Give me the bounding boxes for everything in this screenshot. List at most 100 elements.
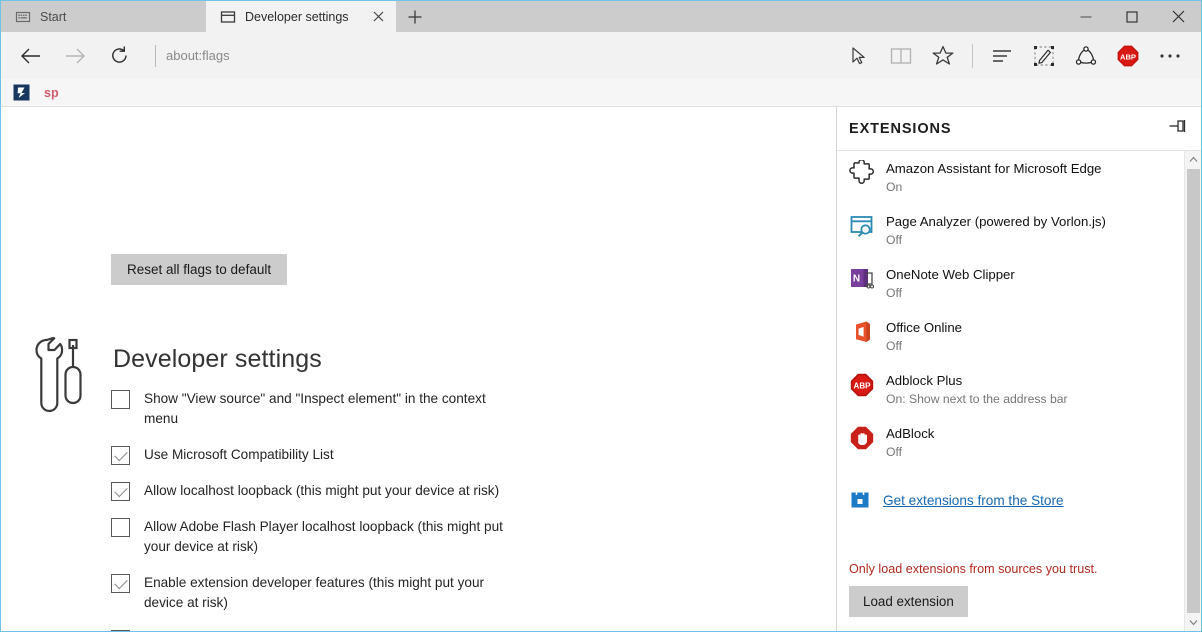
web-note-icon xyxy=(1034,45,1054,66)
scroll-down-arrow-icon[interactable] xyxy=(1185,614,1202,631)
extension-state: Off xyxy=(886,339,903,353)
favorite-item[interactable] xyxy=(7,82,36,104)
flag-checkbox-localhost-loopback[interactable] xyxy=(111,482,130,501)
get-extensions-link[interactable]: Get extensions from the Store xyxy=(883,493,1064,508)
flags-page: Reset all flags to default Developer set… xyxy=(1,107,836,631)
flag-label: Allow localhost loopback (this might put… xyxy=(144,483,500,498)
flag-checkbox-unrestricted-memory[interactable] xyxy=(111,630,130,631)
extension-state: Off xyxy=(886,233,903,247)
hub-icon xyxy=(993,49,1011,62)
pin-icon[interactable] xyxy=(1169,118,1187,139)
flags-list: Show "View source" and "Inspect element"… xyxy=(111,389,531,631)
flag-label: Use Microsoft Compatibility List xyxy=(144,447,334,462)
extensions-scrollbar[interactable] xyxy=(1184,151,1201,631)
load-extension-button[interactable]: Load extension xyxy=(849,586,968,617)
close-button[interactable] xyxy=(1155,1,1201,32)
extensions-panel-title: EXTENSIONS xyxy=(849,120,952,137)
tab-start[interactable]: Start xyxy=(1,1,206,32)
favorite-item[interactable]: sp xyxy=(38,82,65,104)
minimize-button[interactable] xyxy=(1063,1,1109,32)
start-page-icon xyxy=(15,9,31,25)
favorite-button[interactable] xyxy=(922,37,964,75)
address-input[interactable] xyxy=(166,48,838,63)
extension-state: Off xyxy=(886,286,903,300)
store-bag-icon xyxy=(849,487,871,514)
flag-checkbox-view-source[interactable] xyxy=(111,390,130,409)
favorites-bar: sp xyxy=(1,79,1201,107)
svg-text:ABP: ABP xyxy=(854,382,872,391)
share-button[interactable] xyxy=(1065,37,1107,75)
abp-icon: ABP xyxy=(849,372,875,398)
window-icon xyxy=(220,9,236,25)
refresh-icon xyxy=(111,46,127,63)
tab-label: Developer settings xyxy=(245,9,349,24)
extension-state: On: Show next to the address bar xyxy=(886,392,1068,406)
more-actions-icon xyxy=(1160,53,1180,58)
flag-checkbox-extension-dev[interactable] xyxy=(111,574,130,593)
web-note-button[interactable] xyxy=(1023,37,1065,75)
extension-item-amazon-assistant[interactable]: Amazon Assistant for Microsoft Edge On xyxy=(837,151,1183,204)
extension-item-adblock-plus[interactable]: ABP Adblock Plus On: Show next to the ad… xyxy=(837,363,1183,416)
office-icon xyxy=(849,319,875,345)
close-icon xyxy=(1172,10,1184,23)
svg-text:N: N xyxy=(853,274,860,285)
flag-row: Use Microsoft Compatibility List xyxy=(111,445,531,465)
maximize-button[interactable] xyxy=(1109,1,1155,32)
hub-button[interactable] xyxy=(981,37,1023,75)
tab-developer-settings[interactable]: Developer settings xyxy=(206,1,396,32)
extensions-panel: EXTENSIONS Amazon Assistant for Microsof… xyxy=(836,107,1201,631)
scrollbar-thumb[interactable] xyxy=(1186,169,1200,613)
share-icon xyxy=(1075,45,1097,65)
extension-item-adblock[interactable]: AdBlock Off xyxy=(837,416,1183,469)
refresh-button[interactable] xyxy=(97,38,141,74)
forward-button[interactable] xyxy=(53,38,97,74)
adblock-icon xyxy=(849,425,875,451)
wrench-screwdriver-icon xyxy=(29,337,85,420)
extension-state: Off xyxy=(886,445,903,459)
browser-window: Start Developer settings about:flags ABP… xyxy=(0,0,1202,632)
reset-all-flags-button[interactable]: Reset all flags to default xyxy=(111,254,288,285)
navigation-bar: ABP xyxy=(1,32,1201,79)
onenote-icon: N xyxy=(849,266,875,292)
new-tab-button[interactable] xyxy=(396,1,434,32)
extension-name: OneNote Web Clipper xyxy=(886,267,1015,282)
tab-strip-empty-area xyxy=(434,1,1063,32)
extensions-panel-header: EXTENSIONS xyxy=(837,107,1201,151)
scrollbar-track[interactable] xyxy=(1185,168,1202,614)
select-cursor-icon xyxy=(852,46,865,64)
abp-icon: ABP xyxy=(1117,45,1139,66)
plus-icon xyxy=(408,10,422,23)
address-bar[interactable] xyxy=(166,38,838,74)
forward-arrow-icon xyxy=(66,48,85,63)
flag-label: Show "View source" and "Inspect element"… xyxy=(144,391,486,426)
content-area: Reset all flags to default Developer set… xyxy=(1,107,1201,631)
toolbar-actions: ABP xyxy=(838,37,1191,75)
more-actions-button[interactable] xyxy=(1149,37,1191,75)
abp-extension-button[interactable]: ABP xyxy=(1107,37,1149,75)
flag-label: Allow unrestricted memory consumption fo… xyxy=(144,629,519,631)
extension-item-office-online[interactable]: Office Online Off xyxy=(837,310,1183,363)
puzzle-piece-icon xyxy=(849,159,875,186)
reading-view-icon xyxy=(890,47,912,64)
extension-item-page-analyzer[interactable]: Page Analyzer (powered by Vorlon.js) Off xyxy=(837,204,1183,257)
flag-checkbox-flash-loopback[interactable] xyxy=(111,518,130,537)
back-button[interactable] xyxy=(9,38,53,74)
reading-view-button[interactable] xyxy=(880,37,922,75)
flag-checkbox-compat-list[interactable] xyxy=(111,446,130,465)
page-analyzer-icon xyxy=(849,213,875,239)
nav-separator xyxy=(155,44,156,67)
extensions-list[interactable]: Amazon Assistant for Microsoft Edge On P… xyxy=(837,151,1201,536)
get-extensions-row[interactable]: Get extensions from the Store xyxy=(837,469,1183,524)
flag-row: Allow localhost loopback (this might put… xyxy=(111,481,531,501)
minimize-icon xyxy=(1080,15,1092,18)
scroll-up-arrow-icon[interactable] xyxy=(1185,151,1202,168)
close-tab-icon[interactable] xyxy=(370,9,386,25)
favorite-star-icon xyxy=(932,45,954,65)
extension-item-onenote-web-clipper[interactable]: N OneNote Web Clipper Off xyxy=(837,257,1183,310)
select-cursor-button[interactable] xyxy=(838,37,880,75)
extension-name: Amazon Assistant for Microsoft Edge xyxy=(886,161,1102,176)
maximize-icon xyxy=(1126,10,1138,23)
flag-row: Show "View source" and "Inspect element"… xyxy=(111,389,531,429)
trust-warning-text: Only load extensions from sources you tr… xyxy=(849,562,1098,576)
extension-name: Adblock Plus xyxy=(886,373,963,388)
